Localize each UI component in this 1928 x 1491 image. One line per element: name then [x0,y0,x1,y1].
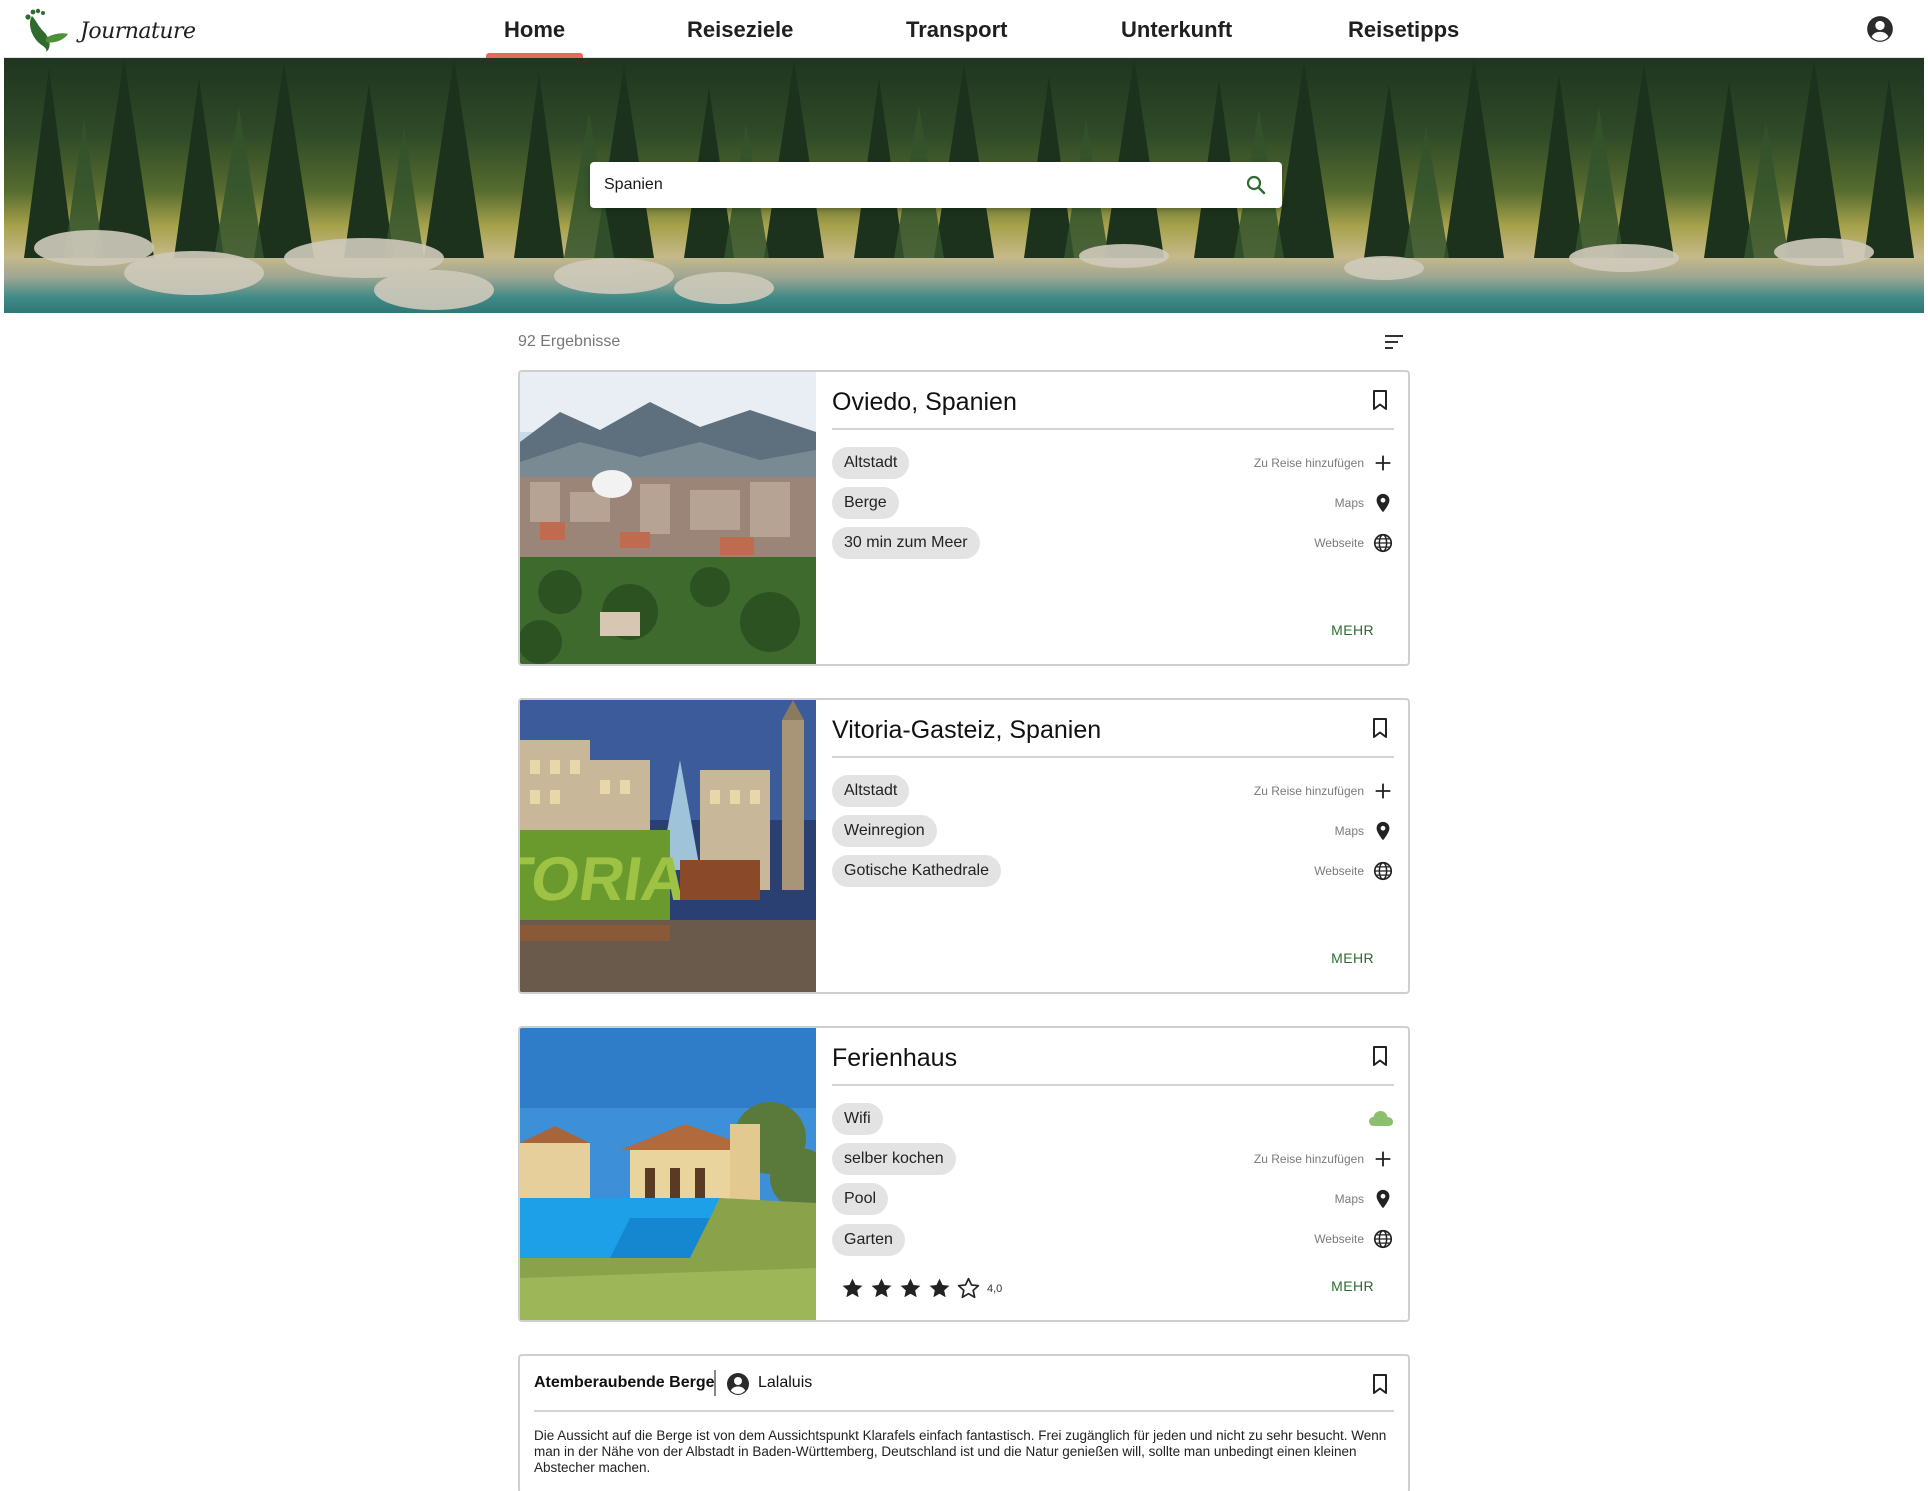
account-icon[interactable] [1866,15,1894,43]
add-to-trip-button[interactable]: Zu Reise hinzufügen [1254,450,1394,476]
oviedo-photo [520,372,816,664]
nav-item-home[interactable]: Home [485,17,584,58]
website-button[interactable]: Webseite [1314,858,1394,884]
nav-item-unterkunft[interactable]: Unterkunft [1121,17,1232,43]
bookmark-icon[interactable] [1368,1372,1392,1396]
website-label: Webseite [1314,536,1364,550]
separator [714,1370,716,1396]
tag-chip: Altstadt [832,775,910,807]
tag-chip: 30 min zum Meer [832,527,980,559]
main-nav: Home Reiseziele Transport Unterkunft Rei… [4,0,1924,58]
maps-label: Maps [1334,496,1364,510]
location-pin-icon [1376,821,1390,841]
add-to-trip-label: Zu Reise hinzufügen [1253,784,1364,798]
result-card: TORIA Vitoria-Gasteiz, Spanien Altstadt … [518,698,1410,994]
maps-button[interactable]: Maps [1335,1186,1394,1212]
tag-chip: Garten [832,1224,905,1256]
search-input[interactable] [604,176,1244,194]
star-outline-icon [957,1277,980,1299]
card-title: Vitoria-Gasteiz, Spanien [832,716,1102,744]
location-pin-icon [1376,1189,1390,1209]
tag-chip: selber kochen [832,1143,956,1175]
tag-chip: Gotische Kathedrale [832,855,1001,887]
star-filled-icon [871,1278,892,1298]
plus-icon [1375,783,1391,799]
more-link[interactable]: MEHR [1331,622,1374,638]
website-button[interactable]: Webseite [1314,530,1394,556]
review-author[interactable]: Lalaluis [758,1374,812,1392]
result-card: Ferienhaus Wifi selber kochen Pool Garte… [518,1026,1410,1322]
website-button[interactable]: Webseite [1314,1226,1394,1252]
top-nav-bar: Journature Home Reiseziele Transport Unt… [4,0,1924,58]
globe-icon [1373,861,1393,881]
divider [534,1410,1394,1412]
card-title: Oviedo, Spanien [832,388,1017,416]
tag-chip: Pool [832,1183,889,1215]
result-card: Oviedo, Spanien Altstadt Berge 30 min zu… [518,370,1410,666]
plus-icon [1375,455,1391,471]
location-pin-icon [1376,493,1390,513]
search-icon[interactable] [1244,173,1268,197]
search-bar [590,162,1282,208]
cloud-icon [1369,1111,1393,1126]
nav-item-reiseziele[interactable]: Reiseziele [687,17,793,43]
website-label: Webseite [1314,1232,1364,1246]
divider [832,428,1394,430]
card-body: Vitoria-Gasteiz, Spanien Altstadt Weinre… [816,700,1408,992]
maps-button[interactable]: Maps [1335,818,1394,844]
svg-text:TORIA: TORIA [520,845,691,914]
rating-value: 4,0 [987,1282,1003,1295]
tag-chip: Altstadt [832,447,910,479]
destination-image [520,372,816,664]
maps-label: Maps [1334,1192,1364,1206]
bookmark-icon[interactable] [1368,388,1392,412]
globe-icon [1373,1229,1393,1249]
destination-image: TORIA [520,700,816,992]
star-filled-icon [900,1278,921,1298]
nav-item-transport[interactable]: Transport [906,17,1007,43]
more-link[interactable]: MEHR [1331,1278,1374,1294]
card-body: Ferienhaus Wifi selber kochen Pool Garte… [816,1028,1408,1320]
divider [832,1084,1394,1086]
accommodation-image [520,1028,816,1320]
tag-chip: Berge [832,487,899,519]
maps-label: Maps [1334,824,1364,838]
card-title: Ferienhaus [832,1044,958,1072]
review-title: Atemberaubende Berge [534,1374,715,1391]
card-body: Oviedo, Spanien Altstadt Berge 30 min zu… [816,372,1408,664]
globe-icon [1373,533,1393,553]
more-link[interactable]: MEHR [1331,950,1374,966]
vitoria-photo: TORIA [520,700,816,992]
bookmark-icon[interactable] [1368,1044,1392,1068]
star-rating: 4,0 [840,1276,1002,1301]
tag-chip: Wifi [832,1103,883,1135]
divider [832,756,1394,758]
tag-chip: Weinregion [832,815,937,847]
results-count: 92 Ergebnisse [518,333,621,350]
rocks-image [34,230,1874,310]
hero-banner [4,58,1924,313]
add-to-trip-button[interactable]: Zu Reise hinzufügen [1254,1146,1394,1172]
sort-icon[interactable] [1382,330,1406,354]
add-to-trip-label: Zu Reise hinzufügen [1253,456,1364,470]
bookmark-icon[interactable] [1368,716,1392,740]
user-avatar-icon [727,1373,749,1395]
add-to-trip-button[interactable]: Zu Reise hinzufügen [1254,778,1394,804]
review-text: Die Aussicht auf die Berge ist von dem A… [534,1428,1387,1475]
plus-icon [1375,1151,1391,1167]
star-filled-icon [842,1278,863,1298]
maps-button[interactable]: Maps [1335,490,1394,516]
star-filled-icon [929,1278,950,1298]
website-label: Webseite [1314,864,1364,878]
nav-item-reisetipps[interactable]: Reisetipps [1348,17,1459,43]
add-to-trip-label: Zu Reise hinzufügen [1253,1152,1364,1166]
review-card: Atemberaubende Berge Lalaluis Die Aussic… [518,1354,1410,1491]
ferienhaus-photo [520,1028,816,1320]
